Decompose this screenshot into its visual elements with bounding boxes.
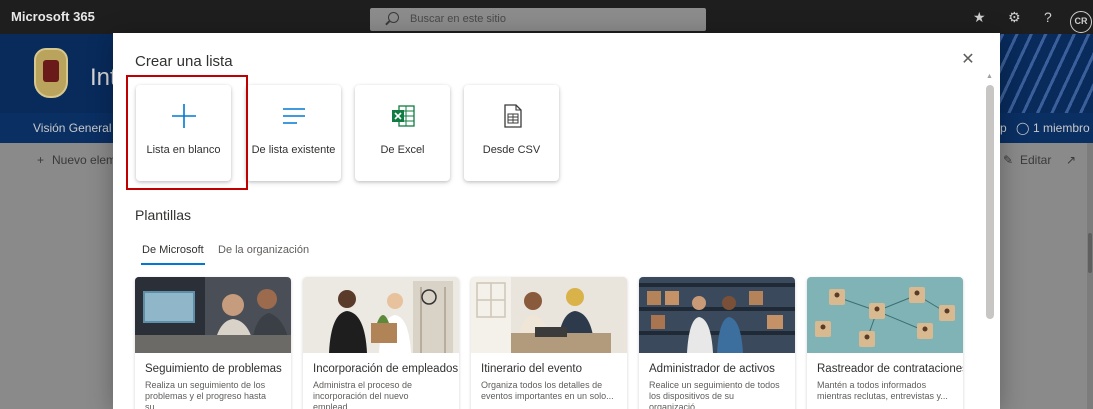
template-description: Organiza todos los detalles de eventos i… — [481, 380, 614, 401]
search-box[interactable]: Buscar en este sitio — [370, 8, 706, 31]
from-excel-label: De Excel — [380, 144, 425, 156]
template-card-recruitment-tracker[interactable]: Rastreador de contrataciones Mantén a to… — [807, 277, 963, 409]
template-title: Administrador de activos — [649, 363, 775, 375]
page-scrollbar[interactable] — [1087, 143, 1093, 409]
template-title: Incorporación de empleados — [313, 363, 459, 375]
scrollbar-thumb[interactable] — [986, 85, 994, 319]
template-thumbnail — [135, 277, 291, 353]
csv-file-icon — [464, 101, 559, 131]
site-logo — [34, 48, 68, 98]
from-existing-list-button[interactable]: De lista existente — [246, 85, 341, 181]
template-title: Rastreador de contrataciones — [817, 363, 963, 375]
template-description: Realice un seguimiento de todos los disp… — [649, 380, 780, 409]
from-csv-button[interactable]: Desde CSV — [464, 85, 559, 181]
template-card-employee-onboarding[interactable]: Incorporación de empleados Administra el… — [303, 277, 459, 409]
add-icon: + — [37, 153, 45, 167]
search-icon — [388, 12, 399, 23]
template-thumbnail — [807, 277, 963, 353]
from-excel-button[interactable]: De Excel — [355, 85, 450, 181]
header-decoration — [990, 34, 1093, 113]
active-tab-indicator — [141, 263, 205, 265]
nav-item-home[interactable]: Visión General — [33, 121, 112, 135]
template-thumbnail — [639, 277, 795, 353]
template-card-issue-tracker[interactable]: Seguimiento de problemas Realiza un segu… — [135, 277, 291, 409]
dialog-scrollbar[interactable]: ▲ — [984, 73, 996, 409]
template-card-event-itinerary[interactable]: Itinerario del evento Organiza todos los… — [471, 277, 627, 409]
avatar[interactable]: CR — [1070, 11, 1092, 33]
nav-overflow: p — [1000, 121, 1007, 135]
template-title: Itinerario del evento — [481, 363, 583, 375]
template-thumbnail — [303, 277, 459, 353]
template-description: Realiza un seguimiento de los problemas … — [145, 380, 267, 409]
template-description: Administra el proceso de incorporación d… — [313, 380, 413, 409]
close-icon[interactable]: ✕ — [959, 51, 977, 69]
app-brand[interactable]: Microsoft 365 — [11, 9, 95, 24]
blank-list-button[interactable]: Lista en blanco — [136, 85, 231, 181]
template-title: Seguimiento de problemas — [145, 363, 282, 375]
members-icon: ◯ — [1016, 121, 1030, 135]
expand-icon[interactable]: ↗ — [1066, 153, 1076, 167]
template-thumbnail — [471, 277, 627, 353]
excel-icon — [355, 101, 450, 131]
template-card-asset-manager[interactable]: Administrador de activos Realice un segu… — [639, 277, 795, 409]
templates-heading: Plantillas — [135, 207, 192, 223]
suite-bar: Microsoft 365 Buscar en este sitio ★ ⚙ ?… — [0, 0, 1093, 34]
create-list-dialog: Crear una lista ✕ ▲ Lista en blanco De l… — [113, 33, 1000, 409]
search-placeholder: Buscar en este sitio — [410, 13, 506, 25]
members-count[interactable]: 1 miembro — [1033, 121, 1090, 135]
template-description: Mantén a todos informados mientras reclu… — [817, 380, 948, 401]
help-icon[interactable]: ? — [1044, 9, 1052, 25]
gear-icon[interactable]: ⚙ — [1008, 9, 1021, 26]
edit-button[interactable]: Editar — [1020, 153, 1051, 167]
list-lines-icon — [246, 101, 341, 131]
chat-icon[interactable]: ★ — [973, 9, 986, 26]
tab-organization[interactable]: De la organización — [218, 244, 309, 256]
dialog-title: Crear una lista — [135, 53, 233, 70]
plus-icon — [136, 101, 231, 131]
scroll-up-icon[interactable]: ▲ — [986, 73, 993, 80]
edit-icon: ✎ — [1003, 153, 1014, 167]
blank-list-label: Lista en blanco — [146, 144, 221, 156]
tab-microsoft[interactable]: De Microsoft — [142, 244, 204, 256]
from-existing-list-label: De lista existente — [251, 144, 336, 156]
from-csv-label: Desde CSV — [482, 144, 541, 156]
